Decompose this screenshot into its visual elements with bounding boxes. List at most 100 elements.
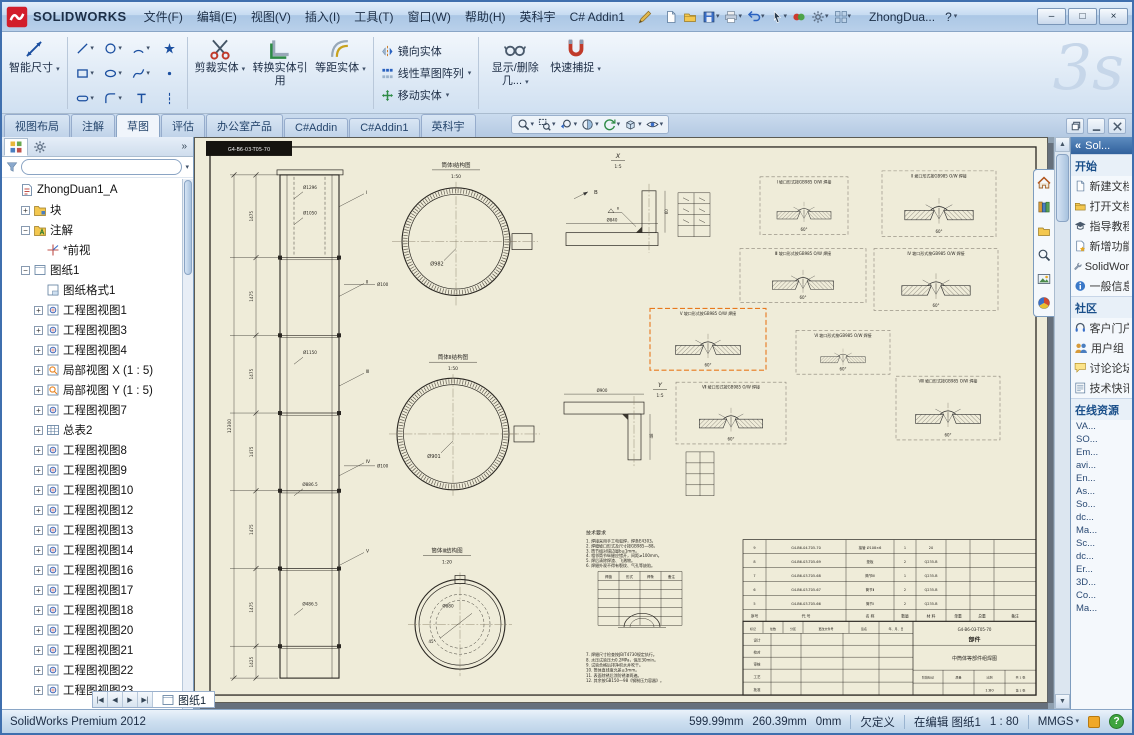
new-document-button[interactable] bbox=[662, 8, 680, 26]
commandmanager-tab-2[interactable]: 草图 bbox=[116, 114, 160, 137]
commandmanager-tab-0[interactable]: 视图布局 bbox=[4, 114, 70, 137]
tree-item-16[interactable]: +工程图视图12 bbox=[4, 500, 181, 520]
tree-item-3[interactable]: *前视 bbox=[4, 240, 181, 260]
rectangle-tool-button[interactable]: ▾ bbox=[72, 61, 99, 85]
taskpane-item-0-2[interactable]: 指导教程 bbox=[1071, 216, 1132, 236]
ellipse-tool-button[interactable]: ▾ bbox=[100, 61, 127, 85]
taskpane-link-7[interactable]: dc... bbox=[1071, 511, 1132, 524]
star-tool-button[interactable] bbox=[156, 36, 183, 60]
tree-item-1[interactable]: +块 bbox=[4, 200, 181, 220]
tree-item-10[interactable]: +局部视图 Y (1 : 5) bbox=[4, 380, 181, 400]
document-restore-button[interactable] bbox=[1066, 118, 1084, 134]
graphics-area[interactable]: G4-B6-03-T05-70 147514751475147514751475… bbox=[194, 137, 1070, 709]
select-button[interactable]: ▾ bbox=[768, 8, 790, 26]
taskpane-link-0[interactable]: VA... bbox=[1071, 420, 1132, 433]
tree-item-14[interactable]: +工程图视图9 bbox=[4, 460, 181, 480]
tree-item-6[interactable]: +工程图视图1 bbox=[4, 300, 181, 320]
featuremanager-tab[interactable] bbox=[4, 138, 28, 156]
taskpane-section-0[interactable]: 开始 bbox=[1071, 154, 1132, 176]
tree-item-20[interactable]: +工程图视图17 bbox=[4, 580, 181, 600]
expand-toggle[interactable]: + bbox=[21, 206, 30, 215]
fillet-tool-button[interactable]: ▾ bbox=[100, 86, 127, 110]
menu-item-6[interactable]: 帮助(H) bbox=[458, 2, 513, 31]
tree-item-12[interactable]: +总表2 bbox=[4, 420, 181, 440]
tree-item-18[interactable]: +工程图视图14 bbox=[4, 540, 181, 560]
menu-item-8[interactable]: C# Addin1 bbox=[563, 2, 632, 31]
taskpane-item-1-2[interactable]: 讨论论坛 bbox=[1071, 358, 1132, 378]
taskpane-item-1-0[interactable]: 客户门户 bbox=[1071, 318, 1132, 338]
open-document-button[interactable] bbox=[681, 8, 699, 26]
document-close-button[interactable] bbox=[1108, 118, 1126, 134]
close-button[interactable]: × bbox=[1099, 8, 1128, 25]
rebuild-button[interactable] bbox=[790, 8, 808, 26]
minimize-button[interactable]: – bbox=[1037, 8, 1066, 25]
tree-item-23[interactable]: +工程图视图21 bbox=[4, 640, 181, 660]
tree-item-15[interactable]: +工程图视图10 bbox=[4, 480, 181, 500]
taskpane-link-8[interactable]: Ma... bbox=[1071, 524, 1132, 537]
arc-tool-button[interactable]: ▾ bbox=[128, 36, 155, 60]
scrollbar-thumb[interactable] bbox=[1056, 154, 1069, 222]
taskpane-link-10[interactable]: dc... bbox=[1071, 550, 1132, 563]
zoomarea-button[interactable]: ▾ bbox=[537, 117, 557, 132]
tree-item-24[interactable]: +工程图视图22 bbox=[4, 660, 181, 680]
expand-toggle[interactable]: + bbox=[34, 386, 43, 395]
trim-entities-button[interactable]: 剪裁实体 ▾ bbox=[192, 35, 249, 111]
circle-tool-button[interactable]: ▾ bbox=[100, 36, 127, 60]
taskpane-tab-home[interactable] bbox=[1034, 172, 1054, 194]
expand-toggle[interactable]: + bbox=[34, 606, 43, 615]
lastview-button[interactable]: ▾ bbox=[559, 117, 579, 132]
menu-item-4[interactable]: 工具(T) bbox=[347, 2, 400, 31]
linear-sketch-pattern-button[interactable]: 线性草图阵列▾ bbox=[378, 63, 475, 83]
expand-toggle[interactable]: + bbox=[34, 626, 43, 635]
undo-button[interactable]: ▾ bbox=[745, 8, 767, 26]
mirror-entities-button[interactable]: 镜向实体 bbox=[378, 41, 475, 61]
sheet-nav-2[interactable]: ▶ bbox=[123, 692, 138, 707]
sheet-nav-3[interactable]: ▶| bbox=[138, 692, 153, 707]
offset-entities-button[interactable]: 等距实体 ▾ bbox=[312, 35, 369, 111]
panel-overflow-button[interactable]: » bbox=[177, 141, 191, 152]
tree-item-0[interactable]: ZhongDuan1_A bbox=[4, 180, 181, 200]
tree-item-9[interactable]: +局部视图 X (1 : 5) bbox=[4, 360, 181, 380]
menu-item-3[interactable]: 插入(I) bbox=[298, 2, 347, 31]
commandmanager-tab-4[interactable]: 办公室产品 bbox=[206, 114, 283, 137]
commandmanager-tab-1[interactable]: 注解 bbox=[71, 114, 115, 137]
expand-toggle[interactable]: + bbox=[34, 686, 43, 695]
text-tool-button[interactable] bbox=[128, 86, 155, 110]
addin-pen-icon[interactable] bbox=[637, 9, 653, 25]
expand-toggle[interactable]: + bbox=[34, 566, 43, 575]
save-button[interactable]: ▾ bbox=[700, 8, 722, 26]
menu-item-0[interactable]: 文件(F) bbox=[137, 2, 190, 31]
line-tool-button[interactable]: ▾ bbox=[72, 36, 99, 60]
tree-item-21[interactable]: +工程图视图18 bbox=[4, 600, 181, 620]
taskpane-link-1[interactable]: SO... bbox=[1071, 433, 1132, 446]
drawing-sheet[interactable]: G4-B6-03-T05-70 147514751475147514751475… bbox=[194, 137, 1054, 709]
taskpane-link-12[interactable]: 3D... bbox=[1071, 576, 1132, 589]
zoomfit-button[interactable]: ▾ bbox=[516, 117, 536, 132]
taskpane-item-0-1[interactable]: 打开文档 bbox=[1071, 196, 1132, 216]
slot-tool-button[interactable]: ▾ bbox=[72, 86, 99, 110]
tree-item-11[interactable]: +工程图视图7 bbox=[4, 400, 181, 420]
collapse-toggle[interactable]: − bbox=[21, 226, 30, 235]
taskpane-item-1-1[interactable]: 用户组 bbox=[1071, 338, 1132, 358]
taskpane-link-4[interactable]: En... bbox=[1071, 472, 1132, 485]
smart-dimension-button[interactable]: 智能尺寸 ▾ bbox=[6, 35, 63, 111]
taskpane-link-5[interactable]: As... bbox=[1071, 485, 1132, 498]
taskpane-tab-library[interactable] bbox=[1034, 196, 1054, 218]
taskpane-link-11[interactable]: Er... bbox=[1071, 563, 1132, 576]
taskpane-tab-appearance[interactable] bbox=[1034, 292, 1054, 314]
expand-toggle[interactable]: + bbox=[34, 426, 43, 435]
menu-item-5[interactable]: 窗口(W) bbox=[401, 2, 458, 31]
expand-toggle[interactable]: + bbox=[34, 506, 43, 515]
taskpane-link-14[interactable]: Ma... bbox=[1071, 602, 1132, 615]
filter-dropdown-icon[interactable]: ▾ bbox=[185, 164, 189, 171]
sheet-tab-active[interactable]: 图纸1 bbox=[153, 692, 214, 707]
tree-item-17[interactable]: +工程图视图13 bbox=[4, 520, 181, 540]
menu-item-2[interactable]: 视图(V) bbox=[244, 2, 298, 31]
taskpane-link-2[interactable]: Em... bbox=[1071, 446, 1132, 459]
rotate-button[interactable]: ▾ bbox=[602, 117, 622, 132]
expand-toggle[interactable]: + bbox=[34, 346, 43, 355]
taskpane-link-6[interactable]: So... bbox=[1071, 498, 1132, 511]
expand-toggle[interactable]: + bbox=[34, 306, 43, 315]
move-entities-button[interactable]: 移动实体▾ bbox=[378, 85, 475, 105]
display-settings-button[interactable]: ▾ bbox=[832, 8, 854, 26]
